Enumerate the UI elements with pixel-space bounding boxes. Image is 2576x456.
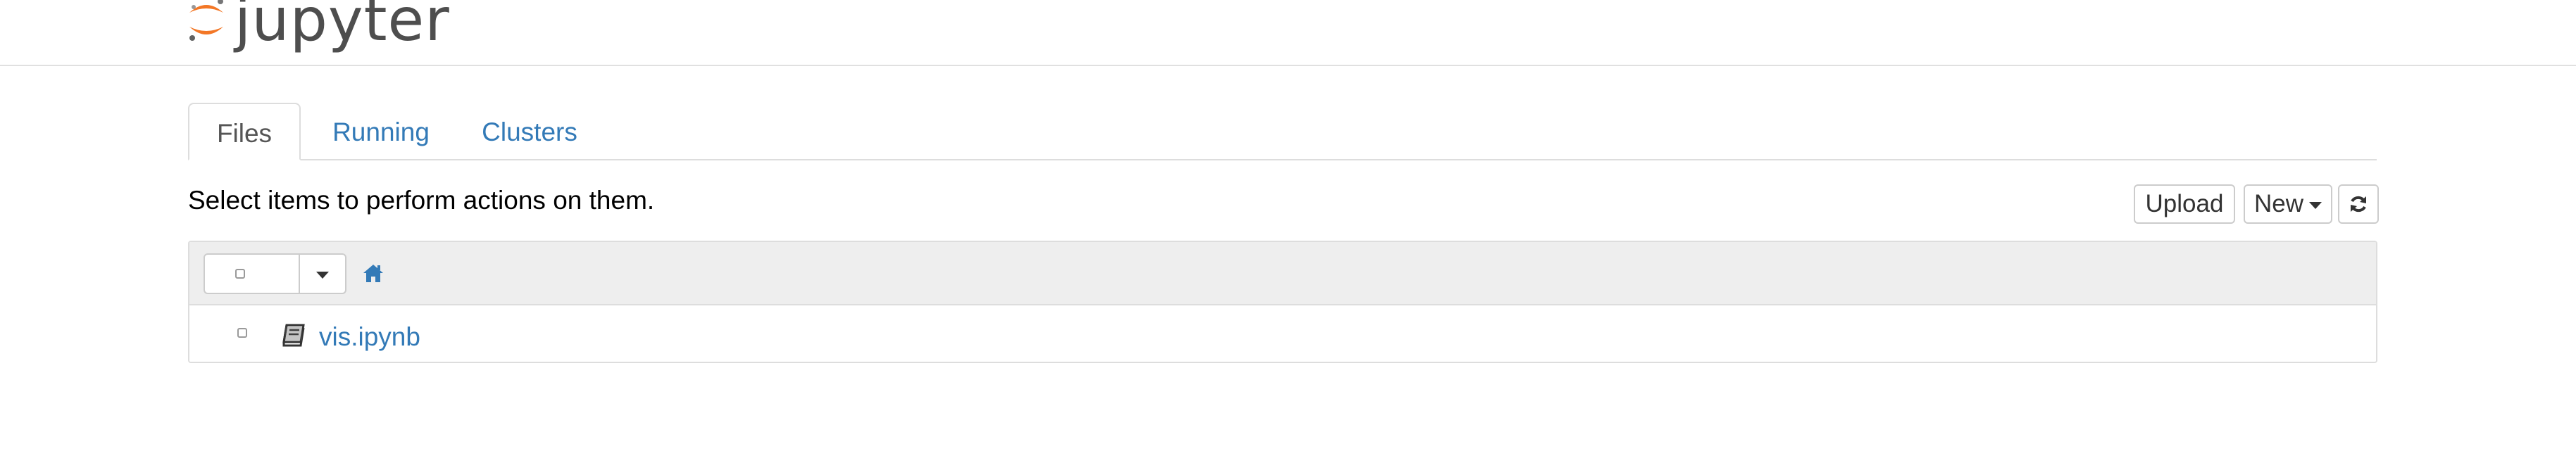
tab-files[interactable]: Files <box>188 103 301 160</box>
upload-button[interactable]: Upload <box>2134 184 2235 224</box>
item-checkbox[interactable] <box>237 328 247 338</box>
refresh-button[interactable] <box>2338 184 2379 224</box>
file-link[interactable]: vis.ipynb <box>319 322 420 352</box>
file-list: vis.ipynb <box>188 241 2377 363</box>
new-dropdown-button[interactable]: New <box>2244 184 2332 224</box>
upload-button-label: Upload <box>2145 190 2224 217</box>
caret-down-icon <box>316 272 329 279</box>
new-button-label: New <box>2253 190 2304 217</box>
tab-clusters[interactable]: Clusters <box>464 103 595 159</box>
refresh-icon <box>2351 196 2366 213</box>
select-group <box>204 253 346 294</box>
logo-text: jupyter <box>235 0 450 54</box>
select-all-button[interactable] <box>205 255 300 293</box>
caret-down-icon <box>2309 202 2322 209</box>
jupyter-logo-icon <box>189 0 223 41</box>
jupyter-logo[interactable]: jupyter <box>187 0 450 55</box>
notebook-icon <box>282 324 305 347</box>
home-icon[interactable] <box>362 263 384 283</box>
select-all-checkbox[interactable] <box>235 269 245 279</box>
file-list-header <box>189 242 2376 305</box>
header-bar: jupyter <box>0 0 2576 66</box>
tab-bar: Files Running Clusters <box>188 103 2377 160</box>
select-dropdown-button[interactable] <box>300 255 345 293</box>
selection-hint: Select items to perform actions on them. <box>188 186 655 215</box>
list-item[interactable]: vis.ipynb <box>189 305 2376 362</box>
tab-running[interactable]: Running <box>318 103 444 159</box>
